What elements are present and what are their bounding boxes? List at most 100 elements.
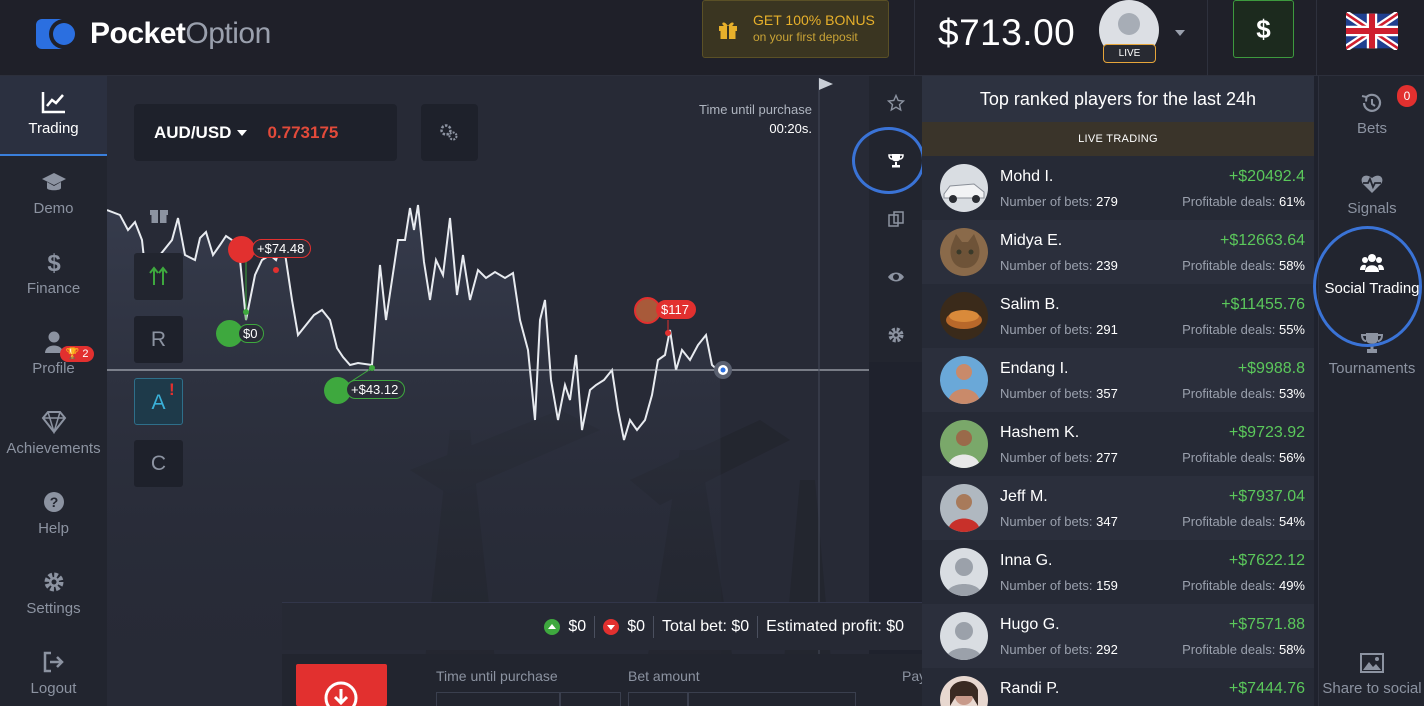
copy-trade-button[interactable] [869, 192, 922, 246]
nav-label: Demo [33, 200, 74, 217]
gift-icon [149, 210, 168, 223]
copy-icon [887, 211, 904, 227]
account-balance[interactable]: $713.00 [938, 12, 1075, 54]
nav-logout[interactable]: Logout [0, 636, 107, 706]
deals-label: Profitable deals: [1182, 578, 1276, 593]
bets-label: Number of bets: [1000, 258, 1093, 273]
player-avatar [940, 356, 988, 404]
top-bar: PocketOption GET 100% BONUS on your firs… [0, 0, 1424, 76]
signal-up-button[interactable] [134, 253, 183, 300]
pocket-option-logo-icon [36, 19, 79, 49]
player-deals: 61% [1278, 194, 1305, 209]
tool-c-button[interactable]: C [134, 440, 183, 487]
tool-a-button[interactable]: A ! [134, 378, 183, 425]
trade-marker-label[interactable]: +$43.12 [346, 380, 406, 399]
deals-label: Profitable deals: [1182, 258, 1276, 273]
player-row[interactable]: Randi P. +$7444.76 [922, 668, 1314, 706]
player-deals: 56% [1278, 450, 1305, 465]
deals-label: Profitable deals: [1182, 642, 1276, 657]
trade-marker-label[interactable]: $0 [238, 324, 265, 343]
bets-label: Number of bets: [1000, 386, 1093, 401]
player-deals: 58% [1278, 642, 1305, 657]
chevron-down-icon[interactable] [1175, 30, 1185, 36]
graduation-cap-icon [41, 173, 66, 191]
player-bets: 292 [1096, 642, 1118, 657]
player-deals: 49% [1278, 578, 1305, 593]
player-row[interactable]: Endang I. +$9988.8 Number of bets: 357 P… [922, 348, 1314, 412]
view-button[interactable] [869, 250, 922, 304]
player-row[interactable]: Inna G. +$7622.12 Number of bets: 159 Pr… [922, 540, 1314, 604]
question-icon: ? [43, 492, 64, 512]
tool-a-label: A [151, 391, 166, 414]
gift-tool-button[interactable] [134, 190, 183, 237]
player-bets: 277 [1096, 450, 1118, 465]
nav-label: Achievements [6, 440, 101, 457]
nav-trading[interactable]: Trading [0, 76, 107, 156]
player-deals: 55% [1278, 322, 1305, 337]
nav-share-to-social[interactable]: Share to social [1319, 652, 1424, 697]
player-avatar [940, 612, 988, 660]
chart-icon [41, 92, 65, 114]
bet-amount-input[interactable] [688, 692, 856, 706]
bet-stepper[interactable] [628, 692, 688, 706]
food-icon [946, 310, 982, 329]
trade-marker-label[interactable]: +$74.48 [252, 239, 312, 258]
leaderboard-panel: Top ranked players for the last 24h LIVE… [922, 76, 1314, 706]
eye-icon [887, 272, 904, 282]
gear-icon [888, 327, 903, 343]
asset-selector[interactable]: AUD/USD 0.773175 [134, 104, 397, 161]
bets-count-badge: 0 [1397, 85, 1417, 107]
trade-marker-dot[interactable] [228, 236, 255, 263]
player-bets: 239 [1096, 258, 1118, 273]
nav-label: Bets [1356, 120, 1387, 137]
up-bet-amount: $0 [568, 617, 587, 635]
logo[interactable]: PocketOption [34, 14, 271, 54]
trade-marker-label[interactable]: $117 [656, 300, 696, 319]
player-profit: +$7937.04 [1228, 488, 1305, 505]
deals-label: Profitable deals: [1182, 386, 1276, 401]
gear-icon [44, 572, 63, 592]
player-name: Jeff M. [1000, 488, 1048, 505]
expiry-flag-icon [819, 78, 833, 90]
chart-settings-button[interactable] [421, 104, 478, 161]
time-until-purchase-value: 00:20s. [769, 121, 812, 136]
player-row[interactable]: Salim B. +$11455.76 Number of bets: 291 … [922, 284, 1314, 348]
deposit-button[interactable]: $ [1233, 0, 1294, 58]
nav-demo[interactable]: Demo [0, 156, 107, 236]
nav-help[interactable]: ? Help [0, 476, 107, 556]
nav-label: Tournaments [1328, 360, 1416, 377]
asset-price: 0.773175 [267, 122, 339, 142]
time-input[interactable] [436, 692, 560, 706]
person-photo-icon [950, 681, 978, 706]
diamond-icon [41, 411, 66, 434]
bonus-banner[interactable]: GET 100% BONUS on your first deposit [702, 0, 889, 58]
uk-flag-icon[interactable] [1346, 12, 1398, 50]
right-sidebar: Bets Signals Social Trading Tournaments [1318, 76, 1424, 706]
nav-achievements[interactable]: Achievements [0, 396, 107, 476]
favorites-button[interactable] [869, 76, 922, 130]
player-row[interactable]: Hashem K. +$9723.92 Number of bets: 277 … [922, 412, 1314, 476]
bonus-title: GET 100% BONUS [753, 12, 875, 28]
player-name: Inna G. [1000, 552, 1053, 569]
person-photo-icon [948, 364, 980, 404]
bets-label: Number of bets: [1000, 322, 1093, 337]
nav-signals[interactable]: Signals [1319, 172, 1424, 217]
nav-label: Profile [32, 360, 75, 377]
time-stepper[interactable] [560, 692, 621, 706]
player-row[interactable]: Hugo G. +$7571.88 Number of bets: 292 Pr… [922, 604, 1314, 668]
nav-settings[interactable]: Settings [0, 556, 107, 636]
chart-gear-button[interactable] [869, 308, 922, 362]
tool-r-button[interactable]: R [134, 316, 183, 363]
gift-icon [719, 22, 737, 39]
player-name: Salim B. [1000, 296, 1060, 313]
player-profit: +$9988.8 [1237, 360, 1305, 377]
player-row[interactable]: Mohd I. +$20492.4 Number of bets: 279 Pr… [922, 156, 1314, 220]
player-row[interactable]: Midya E. +$12663.64 Number of bets: 239 … [922, 220, 1314, 284]
asset-name: AUD/USD [154, 122, 232, 142]
deals-label: Profitable deals: [1182, 322, 1276, 337]
player-row[interactable]: Jeff M. +$7937.04 Number of bets: 347 Pr… [922, 476, 1314, 540]
sell-button[interactable] [296, 664, 387, 706]
nav-finance[interactable]: $ Finance [0, 236, 107, 316]
nav-label: Signals [1347, 200, 1397, 217]
bets-label: Number of bets: [1000, 514, 1093, 529]
